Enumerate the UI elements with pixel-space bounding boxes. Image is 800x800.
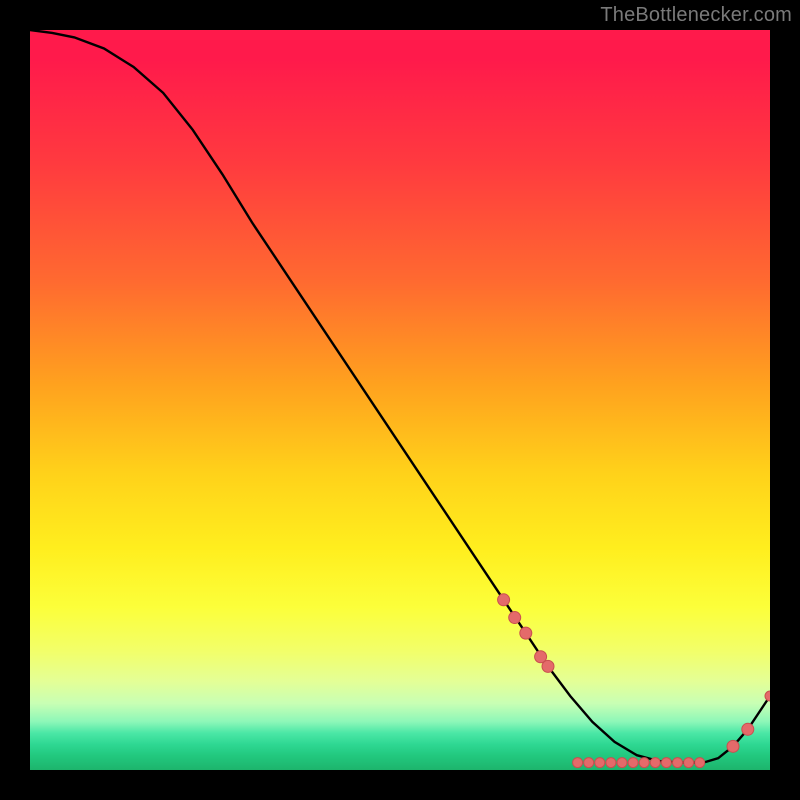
data-marker [509,612,521,624]
data-marker [639,758,649,768]
data-marker [742,723,754,735]
data-markers [498,594,770,768]
data-marker [684,758,694,768]
data-marker [727,740,739,752]
data-marker [617,758,627,768]
data-marker [498,594,510,606]
attribution-text: TheBottlenecker.com [600,4,792,27]
data-marker [542,660,554,672]
data-marker [584,758,594,768]
data-marker [520,627,532,639]
data-marker [695,758,705,768]
data-marker [673,758,683,768]
data-marker [765,691,770,701]
data-marker [628,758,638,768]
data-marker [650,758,660,768]
data-marker [595,758,605,768]
plot-area [30,30,770,770]
chart-stage: TheBottlenecker.com [0,0,800,800]
data-marker [661,758,671,768]
bottleneck-curve [30,30,770,763]
chart-svg [30,30,770,770]
data-marker [573,758,583,768]
data-marker [606,758,616,768]
